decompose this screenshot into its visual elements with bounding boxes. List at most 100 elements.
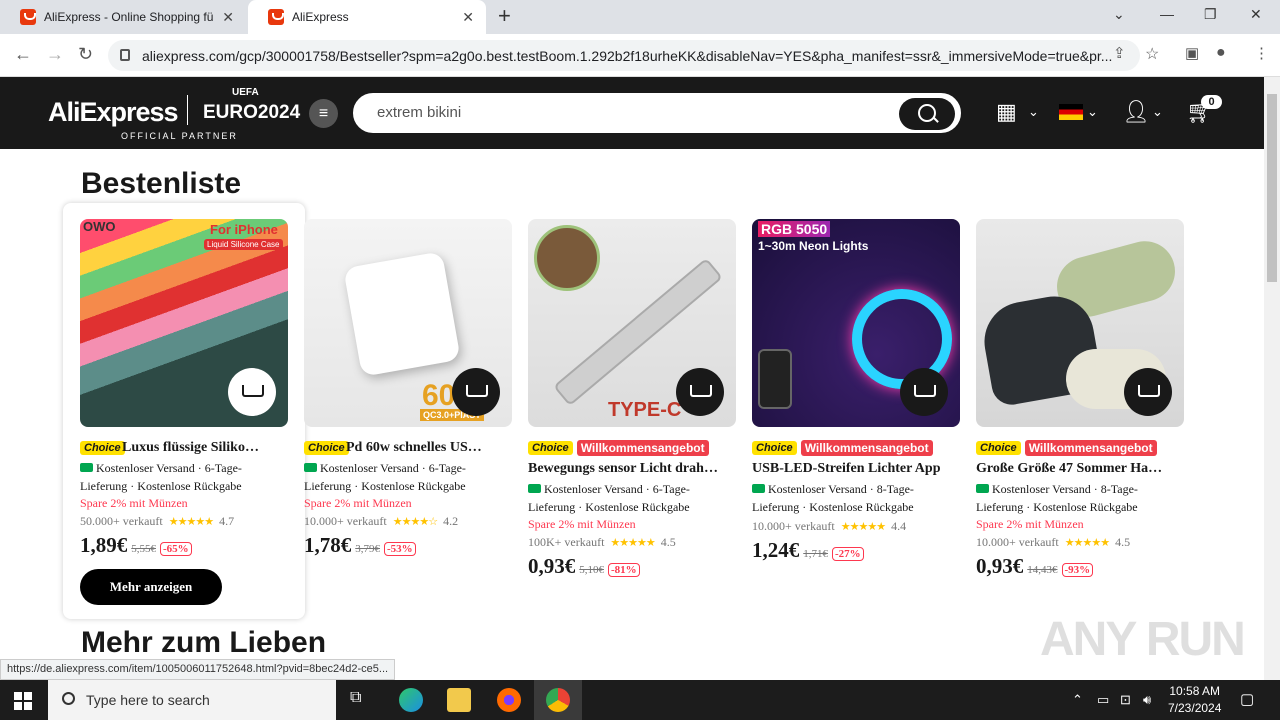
current-price: 1,89€: [80, 533, 128, 557]
user-account-icon[interactable]: 👤︎: [1122, 99, 1150, 125]
product-title[interactable]: Pd 60w schnelles USB-Ladegerät: [346, 440, 491, 456]
chevron-up-icon[interactable]: ⌃: [1072, 692, 1083, 708]
forward-arrow-icon[interactable]: →: [46, 44, 64, 65]
sold-count: 10.000+ verkauft: [976, 535, 1059, 549]
new-tab-plus-icon[interactable]: +: [498, 3, 511, 29]
shipping-text: Lieferung · Kostenlose Rückgabe: [304, 479, 466, 493]
shipping-text: Lieferung · Kostenlose Rückgabe: [976, 500, 1138, 514]
germany-flag-icon[interactable]: [1059, 104, 1083, 120]
notification-icon[interactable]: ▢: [1240, 690, 1254, 708]
rating-value: 4.5: [1115, 535, 1131, 549]
image-sublabel: 1~30m Neon Lights: [758, 239, 869, 253]
badge-row: Choice Willkommensangebot: [752, 439, 960, 456]
anyrun-watermark: ANY RUN: [1040, 613, 1246, 666]
current-price: 0,93€: [528, 554, 576, 578]
product-image[interactable]: TYPE-C: [528, 219, 736, 427]
product-card[interactable]: OWO For iPhone Liquid Silicone Case Choi…: [80, 219, 288, 558]
aliexpress-favicon-icon: [268, 9, 284, 25]
product-card[interactable]: 60 QC3.0+PIAST Choice Pd 60w schnelles U…: [304, 219, 512, 558]
edge-browser-icon[interactable]: [399, 688, 423, 712]
sold-count: 10.000+ verkauft: [752, 519, 835, 533]
taskbar-clock[interactable]: 10:58 AM 7/23/2024: [1168, 683, 1221, 717]
rating-value: 4.5: [660, 535, 676, 549]
truck-icon: [976, 484, 989, 493]
show-more-button[interactable]: Mehr anzeigen: [80, 569, 222, 605]
firefox-icon[interactable]: [497, 688, 521, 712]
chevron-down-icon[interactable]: ⌄: [1113, 6, 1125, 23]
file-explorer-icon[interactable]: [447, 688, 471, 712]
product-image[interactable]: OWO For iPhone Liquid Silicone Case: [80, 219, 288, 427]
add-to-cart-button[interactable]: [900, 368, 948, 416]
shipping-text: Lieferung · Kostenlose Rückgabe: [528, 500, 690, 514]
taskbar-search-box[interactable]: Type here to search: [48, 680, 336, 720]
choice-badge: Choice: [976, 440, 1021, 455]
current-price: 1,78€: [304, 533, 352, 557]
search-input[interactable]: [377, 104, 877, 121]
search-box: [353, 93, 961, 133]
discount-badge: -27%: [832, 547, 864, 561]
tab-title: AliExpress - Online Shopping für: [44, 10, 214, 24]
current-price: 0,93€: [976, 554, 1024, 578]
product-image[interactable]: [976, 219, 1184, 427]
kebab-menu-icon[interactable]: ⋮: [1254, 44, 1269, 62]
badge-row: Choice Willkommensangebot: [528, 439, 736, 456]
aliexpress-logo[interactable]: AliExpress: [48, 97, 179, 128]
product-image[interactable]: RGB 5050 1~30m Neon Lights: [752, 219, 960, 427]
close-icon[interactable]: ✕: [222, 9, 234, 26]
url-text: aliexpress.com/gcp/300001758/Bestseller?…: [142, 47, 1113, 64]
tab-title: AliExpress: [292, 10, 349, 24]
image-label: TYPE-C: [608, 399, 682, 421]
side-panel-icon[interactable]: ▣: [1185, 44, 1199, 62]
coins-promo: Spare 2% mit Münzen: [528, 517, 636, 531]
euro2024-logo: EURO2024: [203, 102, 301, 123]
sold-rating-row: 10.000+ verkauft ★★★★★ 4.5: [976, 535, 1184, 550]
qr-code-icon[interactable]: ▦: [996, 99, 1017, 125]
reload-icon[interactable]: ↻: [78, 44, 93, 65]
image-label: RGB 5050: [758, 221, 831, 237]
back-arrow-icon[interactable]: ←: [14, 44, 32, 65]
network-icon[interactable]: ⊡: [1120, 692, 1131, 708]
product-title[interactable]: USB-LED-Streifen Lichter App: [752, 461, 942, 477]
product-title[interactable]: Luxus flüssige Silikon-Handyhülle: [122, 440, 262, 456]
volume-icon[interactable]: 🔊︎: [1143, 692, 1151, 708]
add-to-cart-button[interactable]: [676, 368, 724, 416]
image-sublabel: Liquid Silicone Case: [204, 239, 283, 250]
sold-rating-row: 10.000+ verkauft ★★★★★ 4.4: [752, 519, 960, 534]
choice-badge: Choice: [80, 440, 125, 455]
url-field[interactable]: aliexpress.com/gcp/300001758/Bestseller?…: [108, 40, 1140, 71]
scrollbar-thumb[interactable]: [1267, 94, 1277, 282]
cart-count-badge: 0: [1201, 95, 1222, 109]
product-card[interactable]: TYPE-C Choice Willkommensangebot Bewegun…: [528, 219, 736, 579]
shipping-text: Kostenloser Versand · 8-Tage-: [992, 482, 1138, 496]
search-button[interactable]: [899, 98, 955, 130]
product-card[interactable]: Choice Willkommensangebot Große Größe 47…: [976, 219, 1184, 579]
title-row: USB-LED-Streifen Lichter App: [752, 460, 960, 478]
task-view-icon[interactable]: ⧉: [350, 689, 361, 707]
bookmark-star-icon[interactable]: ☆: [1145, 44, 1159, 64]
coins-promo: Spare 2% mit Münzen: [976, 517, 1084, 531]
product-card[interactable]: RGB 5050 1~30m Neon Lights Choice Willko…: [752, 219, 960, 563]
shipping-text: Kostenloser Versand · 6-Tage-: [320, 461, 466, 475]
battery-icon[interactable]: ▭: [1097, 692, 1109, 708]
tab-aliexpress[interactable]: AliExpress ✕: [248, 0, 486, 34]
hamburger-menu-icon[interactable]: ≡: [309, 99, 338, 128]
truck-icon: [80, 463, 93, 472]
windows-start-icon[interactable]: [14, 692, 32, 710]
add-to-cart-button[interactable]: [1124, 368, 1172, 416]
sold-count: 100K+ verkauft: [528, 535, 605, 549]
image-label: For iPhone: [210, 222, 278, 237]
product-title[interactable]: Bewegungs sensor Licht drahtlos: [528, 461, 718, 477]
add-to-cart-button[interactable]: [228, 368, 276, 416]
share-icon[interactable]: ⇪: [1113, 44, 1126, 62]
add-to-cart-button[interactable]: [452, 368, 500, 416]
product-image[interactable]: 60 QC3.0+PIAST: [304, 219, 512, 427]
chrome-icon[interactable]: [546, 688, 570, 712]
maximize-icon[interactable]: ❐: [1204, 6, 1217, 23]
product-title[interactable]: Große Größe 47 Sommer Hausschuhe: [976, 461, 1166, 477]
window-close-icon[interactable]: ✕: [1250, 6, 1262, 23]
profile-icon[interactable]: ●: [1216, 44, 1226, 62]
chevron-down-icon: ⌄: [1028, 104, 1039, 119]
close-icon[interactable]: ✕: [462, 9, 474, 26]
tab-aliexpress-online-shopping[interactable]: AliExpress - Online Shopping für ✕: [0, 0, 246, 34]
minimize-icon[interactable]: —: [1160, 6, 1174, 22]
